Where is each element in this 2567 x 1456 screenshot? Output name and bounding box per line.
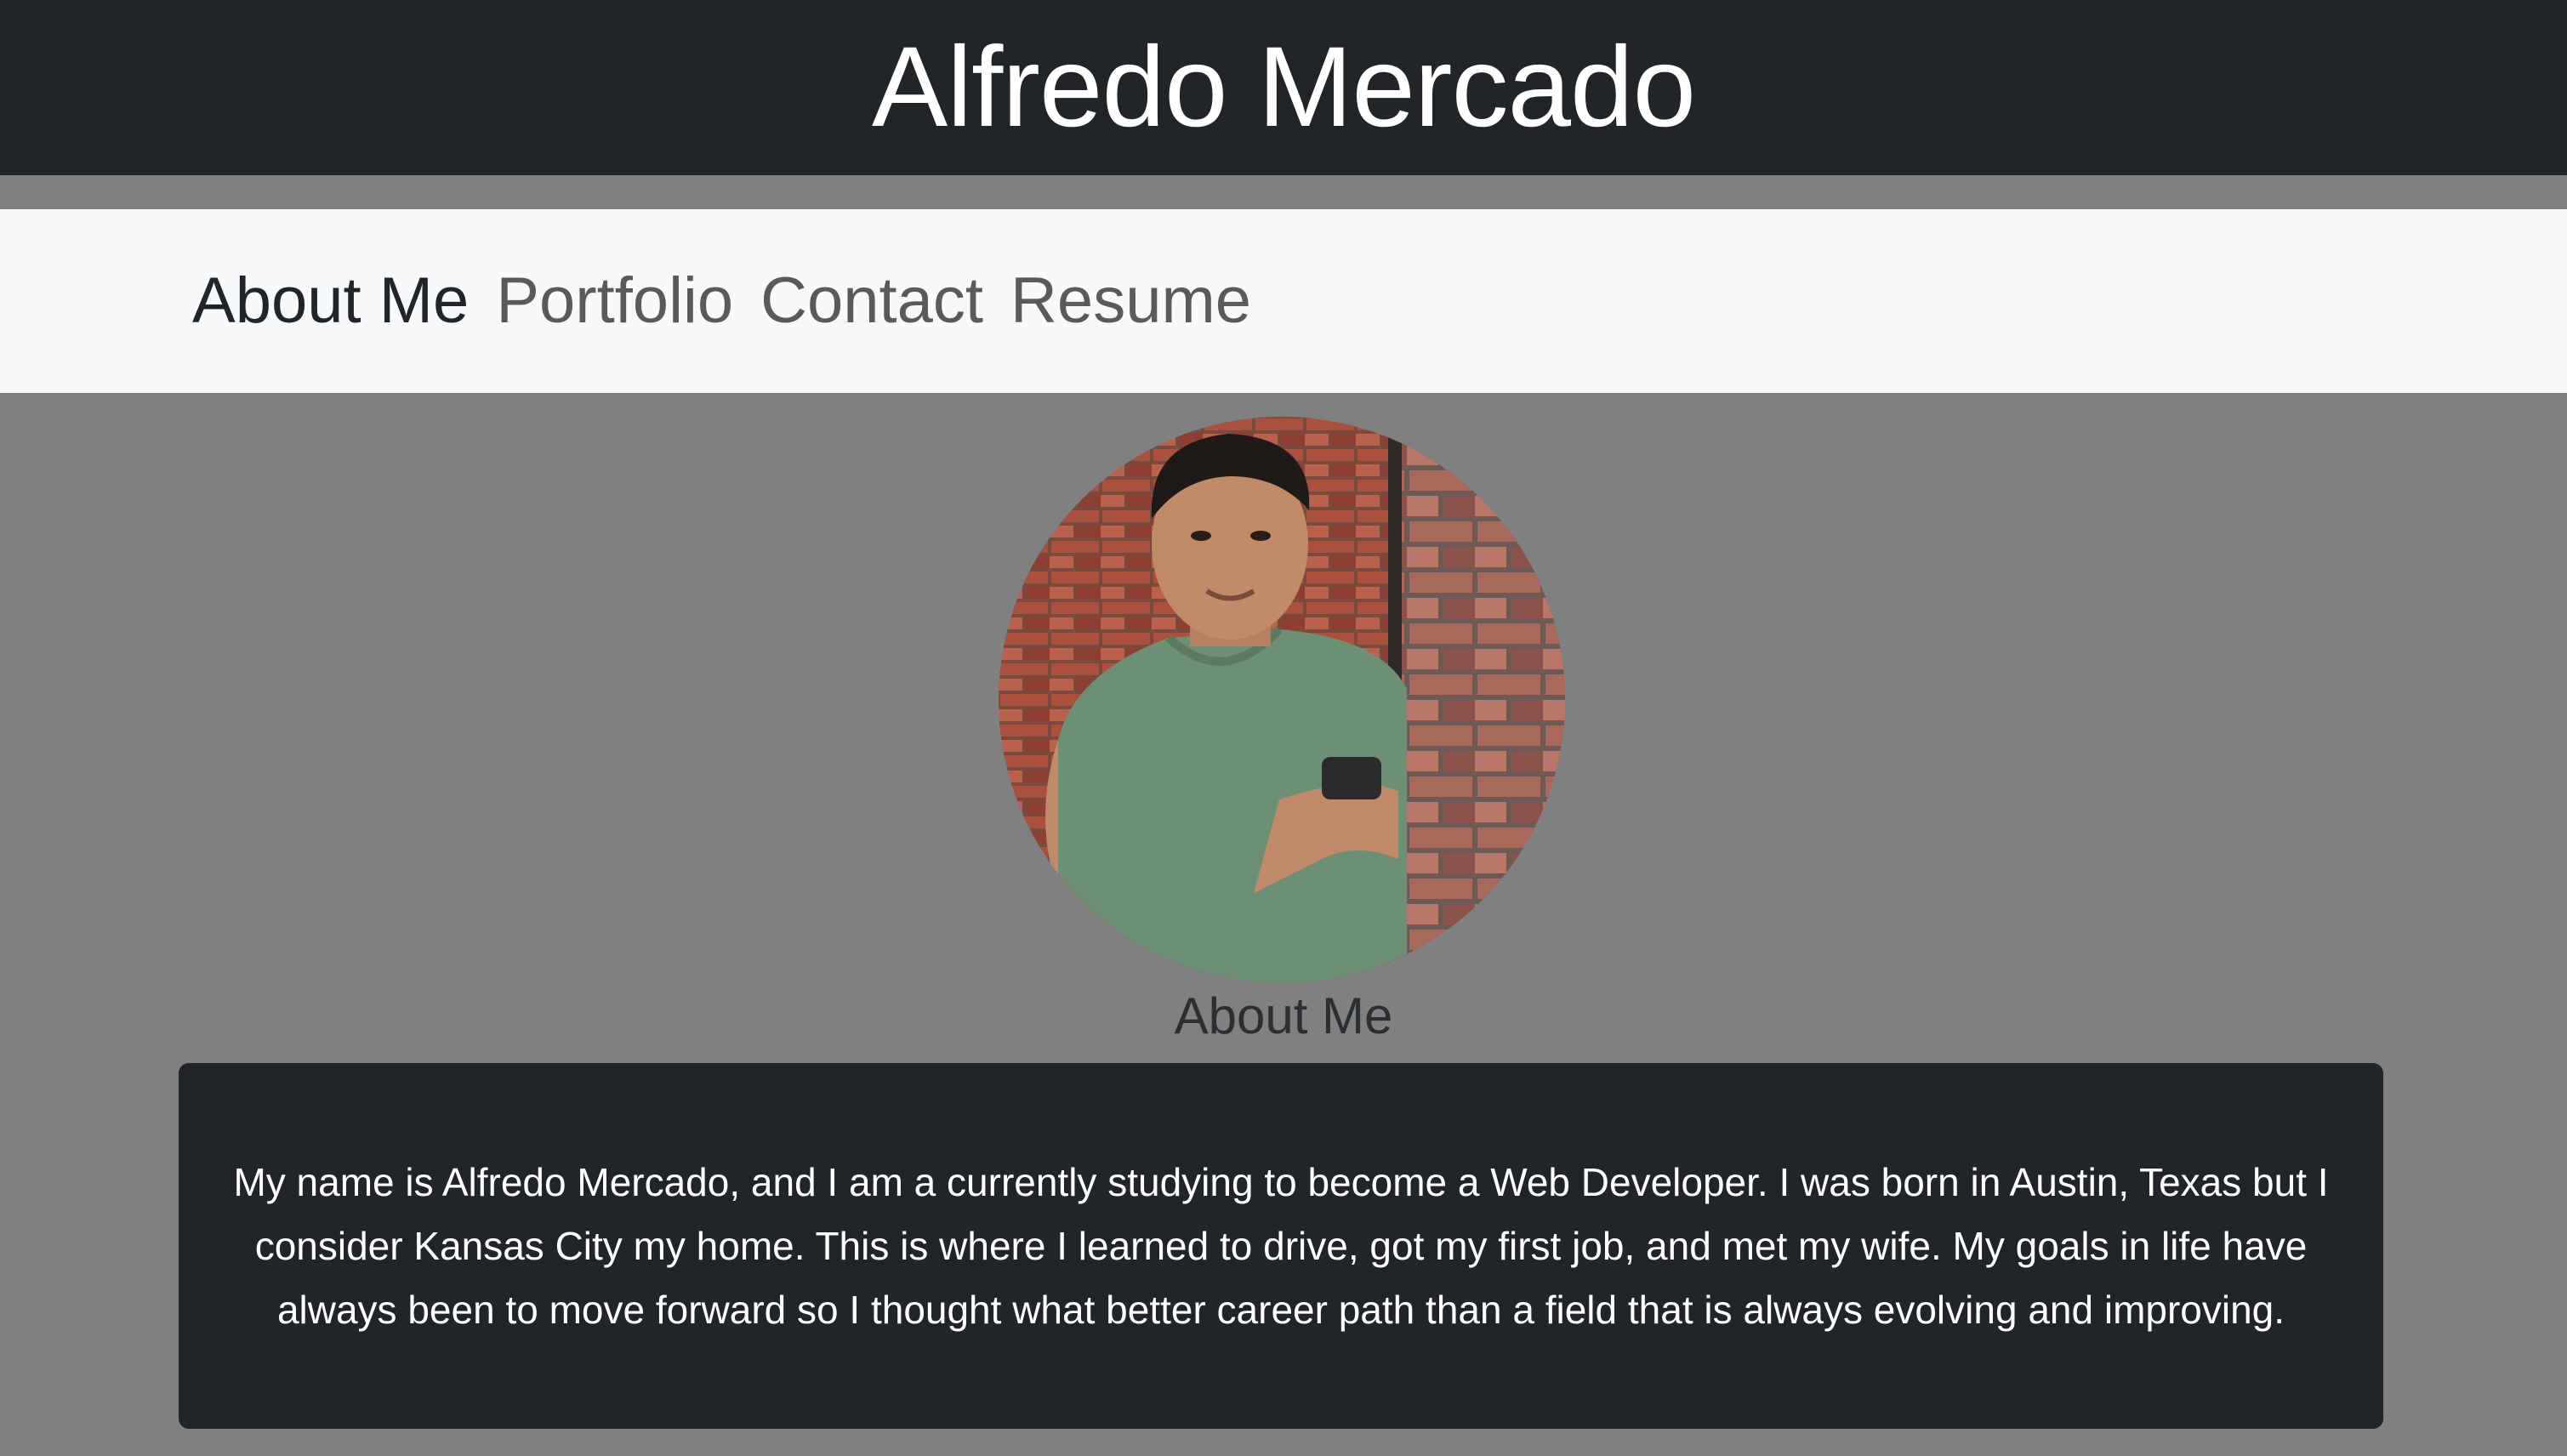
site-title: Alfredo Mercado	[871, 24, 1696, 151]
about-me-card: My name is Alfredo Mercado, and I am a c…	[179, 1063, 2383, 1429]
nav-link-portfolio[interactable]: Portfolio	[496, 269, 733, 333]
main-navbar: About Me Portfolio Contact Resume	[0, 209, 2567, 393]
site-header: Alfredo Mercado	[0, 0, 2567, 175]
nav-link-resume[interactable]: Resume	[1010, 269, 1251, 333]
about-me-heading: About Me	[1174, 987, 1393, 1044]
nav-link-contact[interactable]: Contact	[760, 269, 983, 333]
about-me-text: My name is Alfredo Mercado, and I am a c…	[233, 1159, 2329, 1332]
nav-link-about-me[interactable]: About Me	[192, 269, 469, 333]
profile-photo	[999, 417, 1565, 983]
profile-photo-illustration	[999, 417, 1565, 983]
